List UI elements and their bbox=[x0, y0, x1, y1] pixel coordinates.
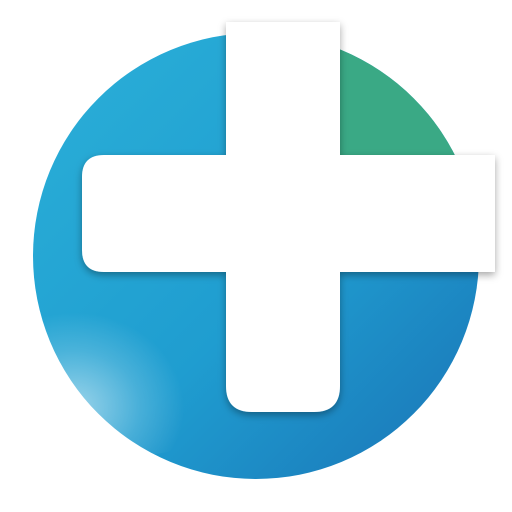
app-logo bbox=[0, 0, 512, 512]
medical-cross-logo-icon bbox=[33, 22, 495, 479]
logo-shine bbox=[33, 265, 250, 455]
logo-green-quadrant bbox=[340, 33, 479, 155]
